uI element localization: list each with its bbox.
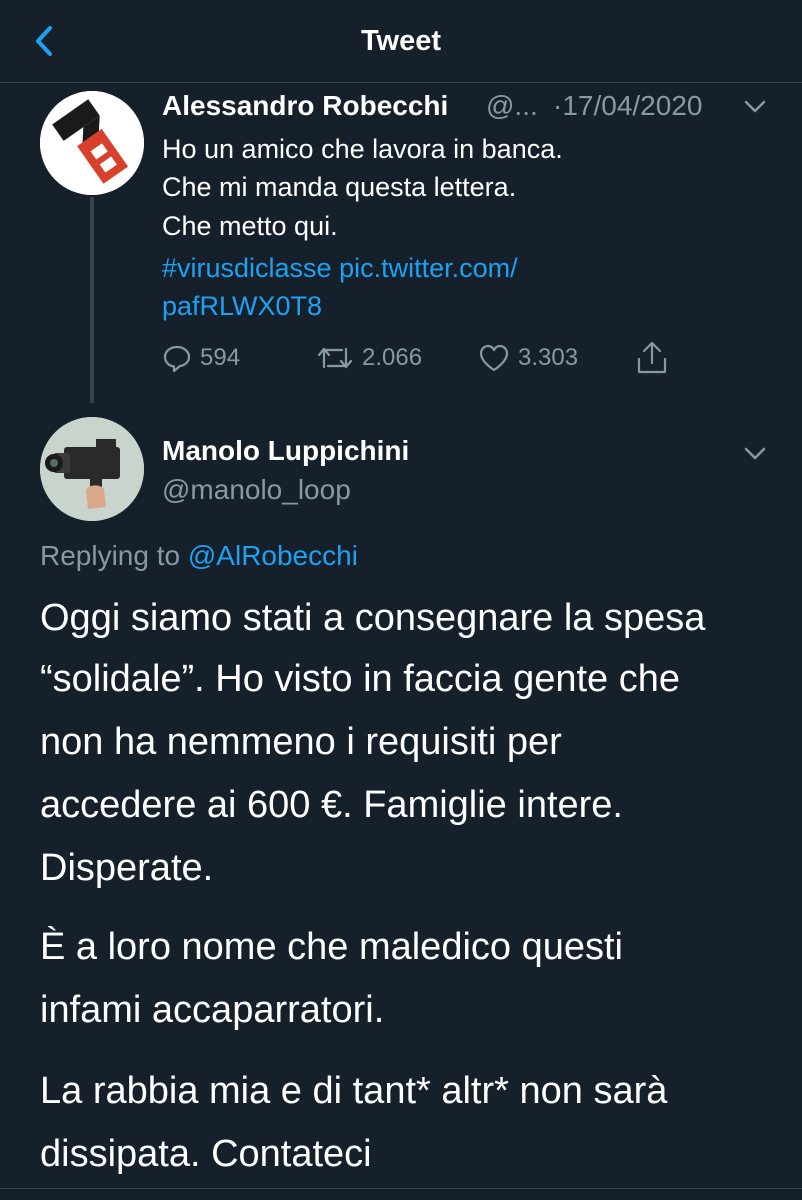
pic-link[interactable]: pic.twitter.com/ (339, 253, 518, 283)
reply-icon (163, 345, 191, 373)
ra-logo-icon (40, 91, 144, 195)
share-button[interactable] (636, 340, 668, 376)
tweet-body-line: non ha nemmeno i requisiti per (40, 721, 562, 763)
retweet-count: 2.066 (362, 344, 423, 371)
heart-icon (479, 344, 509, 372)
tweet-body-line: Oggi siamo stati a consegnare la spesa (40, 597, 706, 639)
tweet-text-line: Che metto qui. (162, 211, 338, 241)
author-handle[interactable]: @manolo_loop (162, 472, 351, 508)
tweet-options-button[interactable] (742, 440, 768, 466)
page-title: Tweet (360, 25, 442, 57)
tweet-text-line: Ho un amico che lavora in banca. (162, 134, 563, 164)
tweet-body-line: È a loro nome che maledico questi (40, 926, 623, 968)
like-button[interactable]: 3.303 (478, 340, 578, 376)
author-handle[interactable]: @... (486, 88, 538, 124)
share-icon (637, 341, 667, 374)
retweet-icon (317, 347, 353, 369)
retweet-button[interactable]: 2.066 (316, 340, 422, 376)
pic-link-continued[interactable]: pafRLWX0T8 (162, 287, 322, 325)
reply-button[interactable]: 594 (162, 340, 240, 376)
film-camera-photo-icon (40, 417, 144, 521)
replying-to-handle-link[interactable]: @AlRobecchi (188, 540, 358, 571)
tweet-body-line: infami accaparratori. (40, 989, 385, 1031)
tweet-body-line: La rabbia mia e di tant* altr* non sarà (40, 1070, 668, 1112)
like-count: 3.303 (518, 344, 579, 371)
reply-count: 594 (200, 344, 241, 371)
tweet-options-button[interactable] (742, 93, 768, 119)
replying-to: Replying to @AlRobecchi (40, 538, 358, 574)
tweet-body-line: Disperate. (40, 847, 214, 889)
tweet-body-line: dissipata. Contateci (40, 1133, 372, 1175)
avatar-manolo-luppichini[interactable] (40, 417, 144, 521)
author-name[interactable]: Manolo Luppichini (162, 433, 409, 469)
divider (0, 1188, 802, 1189)
tweet-link-line: #virusdiclasse pic.twitter.com/ (162, 249, 518, 287)
tweet-body-line: accedere ai 600 €. Famiglie intere. (40, 784, 623, 826)
tweet-text-line: Che mi manda questa lettera. (162, 172, 517, 202)
chevron-down-icon (744, 100, 766, 113)
tweet-date[interactable]: ·17/04/2020 (553, 88, 702, 124)
avatar-alessandro-robecchi[interactable] (40, 91, 144, 195)
tweet-body-line: “solidale”. Ho visto in faccia gente che (40, 658, 680, 700)
author-name[interactable]: Alessandro Robecchi (162, 88, 448, 124)
chevron-down-icon (744, 447, 766, 460)
thread-connector-line (90, 197, 94, 403)
replying-to-label: Replying to (40, 540, 181, 571)
hashtag-link[interactable]: #virusdiclasse (162, 253, 332, 283)
